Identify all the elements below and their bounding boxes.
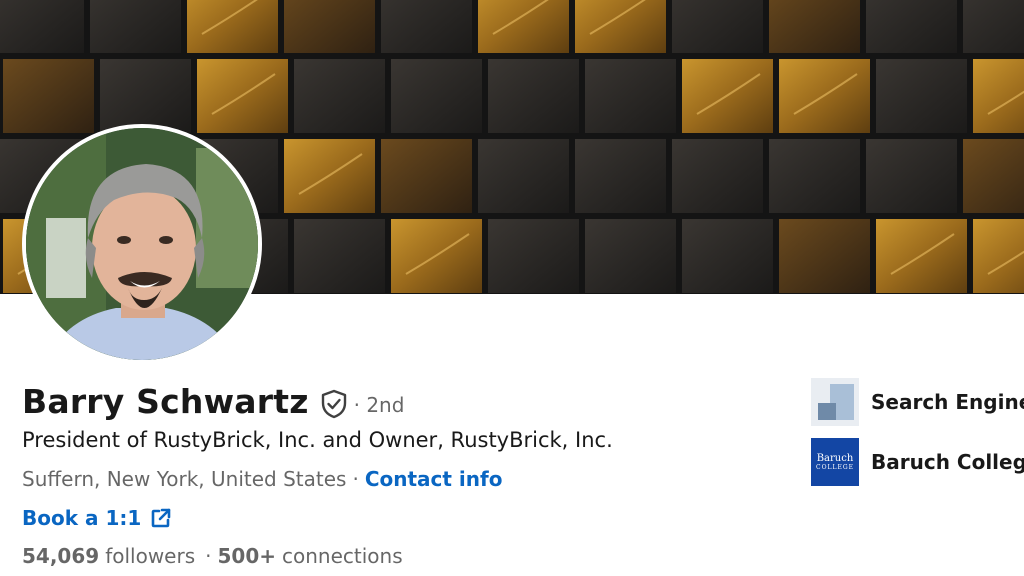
banner-cube [3, 59, 94, 133]
baruch-logo-subtext: COLLEGE [815, 463, 855, 471]
banner-cube [100, 59, 191, 133]
banner-cube [381, 0, 472, 53]
baruch-college-logo: Baruch COLLEGE [811, 438, 859, 486]
banner-cube [672, 139, 763, 213]
profile-name-row: Barry Schwartz · 2nd [22, 382, 404, 421]
banner-cube [769, 0, 860, 53]
banner-cube [876, 59, 967, 133]
connection-degree: · 2nd [353, 392, 405, 417]
banner-cube [575, 139, 666, 213]
banner-cube [90, 0, 181, 53]
banner-cube [585, 219, 676, 293]
banner-cube [284, 0, 375, 53]
book-a-meeting-link[interactable]: Book a 1:1 [22, 506, 172, 530]
banner-cube [381, 139, 472, 213]
banner-cube [672, 0, 763, 53]
banner-cube [866, 0, 957, 53]
profile-avatar[interactable] [22, 124, 262, 364]
banner-cube [585, 59, 676, 133]
separator-dot: · [352, 467, 359, 491]
education-baruch-college[interactable]: Baruch COLLEGE Baruch College [811, 438, 1024, 486]
banner-cube [488, 219, 579, 293]
banner-cube [866, 139, 957, 213]
profile-location: Suffern, New York, United States [22, 467, 347, 491]
search-engine-land-logo [811, 378, 859, 426]
contact-info-link[interactable]: Contact info [365, 467, 503, 491]
banner-cube [682, 219, 773, 293]
banner-cube [963, 0, 1024, 53]
banner-cube [779, 219, 870, 293]
banner-cube [294, 219, 385, 293]
banner-cube [478, 0, 569, 53]
external-link-icon [150, 507, 172, 529]
network-stats: 54,069 followers · 500+ connections [22, 544, 403, 568]
followers-count: 54,069 [22, 544, 100, 568]
profile-photo [26, 128, 258, 360]
banner-cube [391, 59, 482, 133]
current-company-search-engine-land[interactable]: Search Engine La [811, 378, 1024, 426]
profile-headline: President of RustyBrick, Inc. and Owner,… [22, 428, 613, 452]
school-name: Baruch College [871, 450, 1024, 474]
shield-check-icon[interactable] [320, 389, 348, 419]
location-row: Suffern, New York, United States · Conta… [22, 467, 502, 491]
profile-name: Barry Schwartz [22, 382, 309, 421]
connections-label[interactable]: connections [282, 544, 403, 568]
banner-cube [488, 59, 579, 133]
banner-cube [769, 139, 860, 213]
separator-dot: · [205, 544, 212, 568]
followers-label: followers [105, 544, 196, 568]
banner-cube [187, 0, 278, 53]
connections-count[interactable]: 500+ [217, 544, 276, 568]
banner-cube [478, 139, 569, 213]
company-name: Search Engine La [871, 390, 1024, 414]
baruch-logo-text: Baruch [816, 452, 854, 464]
banner-cube [963, 139, 1024, 213]
banner-cube [0, 0, 84, 53]
book-label: Book a 1:1 [22, 506, 142, 530]
banner-cube [294, 59, 385, 133]
banner-cube [575, 0, 666, 53]
